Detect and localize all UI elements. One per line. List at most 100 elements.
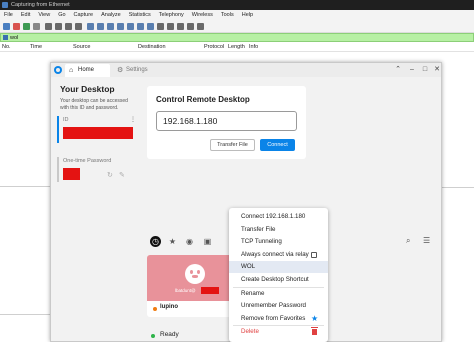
normal-size-icon[interactable] [187, 23, 194, 30]
menu-item-tcp-tunneling[interactable]: TCP Tunneling [229, 236, 328, 248]
menu-item-create-shortcut[interactable]: Create Desktop Shortcut [229, 274, 328, 286]
autoscroll-icon[interactable] [147, 23, 154, 30]
wireshark-toolbar [0, 20, 474, 33]
column-info[interactable]: Info [249, 42, 258, 52]
favorites-icon[interactable]: ★ [167, 236, 178, 247]
menu-wireless[interactable]: Wireless [192, 10, 213, 20]
menu-telephony[interactable]: Telephony [159, 10, 184, 20]
more-options-icon[interactable]: ⋮ [130, 116, 136, 123]
remote-id-input[interactable]: 192.168.1.180 [156, 111, 297, 131]
menu-item-unremember-password[interactable]: Unremember Password [229, 300, 328, 312]
resize-columns-icon[interactable] [197, 23, 204, 30]
remove-favorites-label: Remove from Favorites [241, 315, 306, 322]
menu-edit[interactable]: Edit [21, 10, 30, 20]
wireshark-menubar: File Edit View Go Capture Analyze Statis… [0, 10, 474, 20]
menu-analyze[interactable]: Analyze [101, 10, 121, 20]
menu-statistics[interactable]: Statistics [129, 10, 151, 20]
first-packet-icon[interactable] [127, 23, 134, 30]
redacted-password [63, 168, 80, 180]
your-desktop-panel: Your Desktop Your desktop can be accesse… [51, 77, 141, 341]
linux-icon [185, 264, 205, 284]
go-forward-icon[interactable] [107, 23, 114, 30]
your-desktop-description: Your desktop can be accessed with this I… [60, 98, 128, 111]
capture-options-icon[interactable] [33, 23, 40, 30]
peer-status-indicator [153, 307, 157, 311]
password-label: One-time Password [63, 158, 112, 164]
password-section: One-time Password ↻ ✎ [57, 157, 137, 182]
discovered-icon[interactable]: ◉ [184, 236, 195, 247]
tab-settings-label: Settings [126, 67, 148, 73]
bookmark-icon[interactable] [3, 35, 8, 40]
save-file-icon[interactable] [55, 23, 62, 30]
column-no[interactable]: No. [2, 42, 11, 52]
display-filter-input[interactable]: wol [10, 34, 18, 42]
menu-help[interactable]: Help [242, 10, 253, 20]
stop-capture-icon[interactable] [13, 23, 20, 30]
column-time[interactable]: Time [30, 42, 42, 52]
column-protocol[interactable]: Protocol [204, 42, 224, 52]
menu-item-always-relay[interactable]: Always connect via relay [229, 249, 328, 261]
home-icon: ⌂ [69, 67, 74, 74]
go-back-icon[interactable] [97, 23, 104, 30]
id-label: ID [63, 117, 69, 123]
menu-tools[interactable]: Tools [221, 10, 234, 20]
control-remote-card: Control Remote Desktop 192.168.1.180 Tra… [147, 86, 306, 159]
search-icon[interactable]: ⌕ [406, 236, 410, 246]
menu-item-rename[interactable]: Rename [229, 288, 328, 300]
tab-settings[interactable]: ⚙ Settings [113, 64, 168, 77]
maximize-icon[interactable]: □ [419, 63, 431, 77]
peer-hostname: lbatdunt@ [175, 288, 196, 293]
display-filter-bar[interactable]: wol [0, 33, 474, 42]
trash-icon [311, 327, 318, 335]
connect-button[interactable]: Connect [260, 139, 295, 151]
view-toggle-icon[interactable]: ☰ [423, 236, 430, 245]
menu-view[interactable]: View [38, 10, 50, 20]
redacted-id [63, 127, 133, 139]
menu-item-wol[interactable]: WOL [229, 261, 328, 273]
close-file-icon[interactable] [65, 23, 72, 30]
last-packet-icon[interactable] [137, 23, 144, 30]
peer-name: lupino [160, 304, 178, 310]
zoom-in-icon[interactable] [167, 23, 174, 30]
wireshark-title-bar: Capturing from Ethernet [0, 0, 474, 10]
pin-icon[interactable]: ⌃ [392, 63, 404, 77]
go-to-packet-icon[interactable] [117, 23, 124, 30]
relay-checkbox[interactable] [311, 252, 317, 258]
tab-home[interactable]: ⌂ Home [65, 64, 110, 77]
menu-capture[interactable]: Capture [74, 10, 94, 20]
colorize-icon[interactable] [157, 23, 164, 30]
minimize-icon[interactable]: – [406, 63, 418, 77]
zoom-out-icon[interactable] [177, 23, 184, 30]
start-capture-icon[interactable] [3, 23, 10, 30]
address-book-icon[interactable]: ▣ [202, 236, 213, 247]
menu-file[interactable]: File [4, 10, 13, 20]
tab-home-label: Home [78, 67, 95, 73]
close-icon[interactable]: ✕ [431, 63, 441, 77]
menu-item-remove-favorites[interactable]: Remove from Favorites ★ [229, 313, 328, 325]
open-file-icon[interactable] [45, 23, 52, 30]
menu-item-transfer-file[interactable]: Transfer File [229, 224, 328, 236]
status-text: Ready [160, 331, 179, 338]
edit-icon[interactable]: ✎ [119, 171, 125, 179]
column-length[interactable]: Length [228, 42, 245, 52]
pane-divider[interactable] [440, 187, 474, 188]
transfer-file-button[interactable]: Transfer File [210, 139, 255, 151]
gear-icon: ⚙ [117, 67, 124, 74]
refresh-icon[interactable]: ↻ [107, 171, 113, 179]
recent-sessions-icon[interactable]: ◷ [150, 236, 161, 247]
column-source[interactable]: Source [73, 42, 90, 52]
menu-go[interactable]: Go [58, 10, 65, 20]
id-section: ID ⋮ [57, 116, 137, 143]
find-packet-icon[interactable] [87, 23, 94, 30]
packet-list-header: No. Time Source Destination Protocol Len… [0, 42, 474, 52]
wireshark-title: Capturing from Ethernet [11, 2, 70, 8]
rustdesk-title-bar: ⌂ Home ⚙ Settings ⌃ – □ ✕ [51, 63, 441, 77]
restart-capture-icon[interactable] [23, 23, 30, 30]
menu-item-connect[interactable]: Connect 192.168.1.180 [229, 211, 328, 223]
always-relay-label: Always connect via relay [241, 251, 309, 258]
menu-item-delete[interactable]: Delete [229, 326, 328, 338]
star-icon: ★ [311, 314, 319, 323]
wireshark-logo-icon [2, 2, 8, 8]
reload-icon[interactable] [75, 23, 82, 30]
column-destination[interactable]: Destination [138, 42, 166, 52]
